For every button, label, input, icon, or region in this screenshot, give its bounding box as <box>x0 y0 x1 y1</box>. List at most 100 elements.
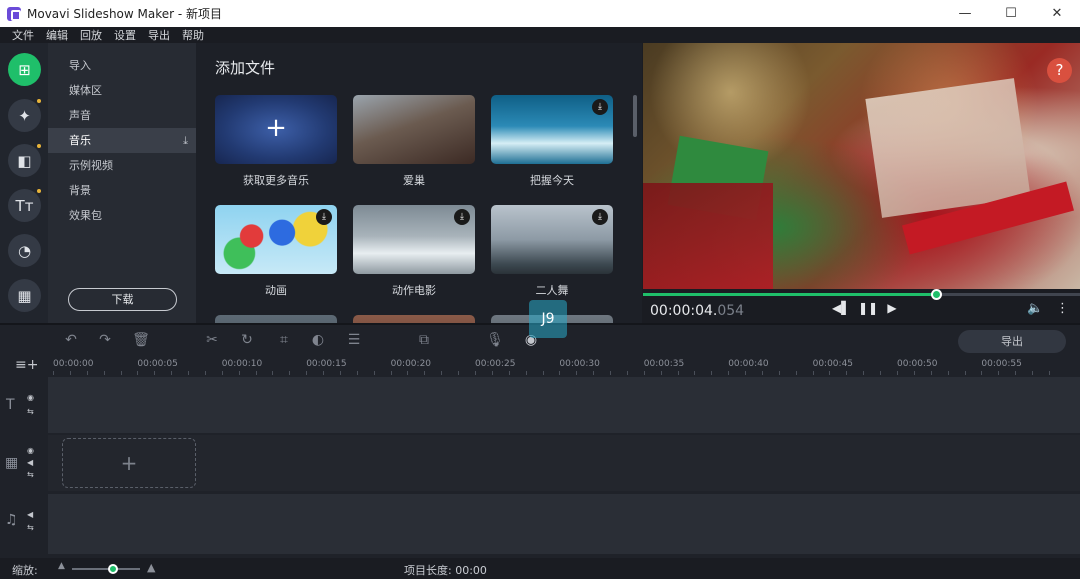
ruler-tick-mark <box>255 371 257 375</box>
add-track-icon[interactable]: ≡+ <box>15 357 38 373</box>
color-icon[interactable]: ◐ <box>309 332 327 348</box>
ruler-tick-mark <box>846 371 848 375</box>
adjust-icon[interactable]: ☰ <box>345 332 363 348</box>
crop-icon[interactable]: ⌗ <box>275 332 293 348</box>
get-more-music-tile[interactable]: + 获取更多音乐 <box>215 95 337 188</box>
category-sounds[interactable]: 声音 <box>48 103 196 128</box>
more-tools-button[interactable]: ▦ <box>8 279 41 312</box>
music-tile[interactable]: ⤓ 二人舞 <box>491 205 613 298</box>
category-media-bin[interactable]: 媒体区 <box>48 78 196 103</box>
ruler-tick-mark <box>728 371 730 375</box>
category-backgrounds[interactable]: 背景 <box>48 178 196 203</box>
video-track[interactable]: + <box>48 435 1080 491</box>
category-import[interactable]: 导入 <box>48 53 196 78</box>
zoom-handle[interactable] <box>107 564 118 574</box>
next-frame-icon[interactable]: ▶ <box>884 301 900 315</box>
title-bar: Movavi Slideshow Maker - 新项目 — ☐ ✕ <box>0 0 1080 27</box>
category-effect-packs[interactable]: 效果包 <box>48 203 196 228</box>
gift-box <box>643 183 773 289</box>
help-button[interactable]: ? <box>1047 58 1072 83</box>
ruler-tick-label: 00:00:50 <box>897 359 938 369</box>
category-panel: 导入 媒体区 声音 音乐 ⤓ 示例视频 背景 效果包 下载 <box>48 43 196 324</box>
export-button[interactable]: 导出 <box>958 330 1066 353</box>
import-button[interactable]: ⊞ <box>8 53 41 86</box>
transitions-button[interactable]: ◧ <box>8 144 41 177</box>
link-icon[interactable]: ⇆ <box>27 407 34 416</box>
minimize-button[interactable]: — <box>942 0 988 27</box>
menu-edit[interactable]: 编辑 <box>46 27 68 43</box>
progress-fill <box>643 293 936 296</box>
ruler-tick-mark <box>86 371 88 375</box>
zoom-in-icon[interactable]: ▲ <box>147 561 155 574</box>
status-bar: 缩放: ▲ ▲ 项目长度: 00:00 <box>0 558 1080 579</box>
volume-icon[interactable]: 🔈 <box>1027 301 1043 316</box>
overlay-icon[interactable]: ⧉ <box>415 332 433 348</box>
mic-icon[interactable]: 🎙 <box>486 332 504 348</box>
progress-handle[interactable] <box>930 289 942 300</box>
audio-track[interactable] <box>48 494 1080 554</box>
titles-button[interactable]: Tт <box>8 189 41 222</box>
menu-playback[interactable]: 回放 <box>80 27 102 43</box>
zoom-slider[interactable] <box>72 564 140 574</box>
add-thumbnail[interactable]: + <box>215 95 337 164</box>
menu-file[interactable]: 文件 <box>12 27 34 43</box>
maximize-button[interactable]: ☐ <box>988 0 1034 27</box>
close-button[interactable]: ✕ <box>1034 0 1080 27</box>
music-tile[interactable]: ⤓ 动作电影 <box>353 205 475 298</box>
menu-export[interactable]: 导出 <box>148 27 170 43</box>
app-logo-icon <box>7 6 21 21</box>
link-icon[interactable]: ⇆ <box>27 470 34 479</box>
zoom-out-icon[interactable]: ▲ <box>58 561 65 571</box>
ruler-tick-mark <box>221 371 223 375</box>
previous-frame-icon[interactable]: ◀▌ <box>832 301 850 315</box>
eye-icon[interactable]: ◉ <box>27 393 34 402</box>
ruler-tick-mark <box>626 371 628 375</box>
download-icon[interactable]: ⤓ <box>592 99 608 115</box>
music-tile[interactable]: 爱巢 <box>353 95 475 188</box>
drop-zone[interactable]: + <box>62 438 196 488</box>
ruler-tick-mark <box>643 371 645 375</box>
download-icon[interactable]: ⤓ <box>454 209 470 225</box>
grid-icon: ▦ <box>17 286 32 305</box>
cut-icon[interactable]: ✂ <box>203 332 221 348</box>
download-icon[interactable]: ⤓ <box>592 209 608 225</box>
filters-button[interactable]: ✦ <box>8 99 41 132</box>
media-scrollbar[interactable] <box>633 95 637 137</box>
window-title: Movavi Slideshow Maker - 新项目 <box>27 7 223 21</box>
music-tile[interactable]: ⤓ 动画 <box>215 205 337 298</box>
tile-thumbnail[interactable]: ⤓ <box>491 95 613 164</box>
pause-icon[interactable]: ❚❚ <box>858 301 878 315</box>
eye-icon[interactable]: ◉ <box>27 446 34 455</box>
ruler-tick-mark <box>812 371 814 375</box>
ruler-tick-label: 00:00:00 <box>53 359 94 369</box>
tile-thumbnail[interactable] <box>353 95 475 164</box>
ruler-tick-label: 00:00:15 <box>306 359 347 369</box>
download-icon[interactable]: ⤓ <box>316 209 332 225</box>
category-sample-videos[interactable]: 示例视频 <box>48 153 196 178</box>
category-label: 示例视频 <box>69 159 113 172</box>
download-button[interactable]: 下载 <box>68 288 177 311</box>
menu-help[interactable]: 帮助 <box>182 27 204 43</box>
time-ruler[interactable]: 00:00:00 00:00:05 00:00:10 00:00:15 00:00:20… <box>48 355 1080 377</box>
download-icon[interactable]: ⤓ <box>183 128 188 153</box>
tile-thumbnail[interactable]: ⤓ <box>215 205 337 274</box>
category-music[interactable]: 音乐 ⤓ <box>48 128 196 153</box>
rotate-icon[interactable]: ↻ <box>238 332 256 348</box>
ruler-tick-mark <box>559 371 561 375</box>
playback-progress[interactable] <box>643 289 1080 300</box>
ruler-tick-mark <box>677 371 679 375</box>
tile-thumbnail[interactable]: ⤓ <box>491 205 613 274</box>
speaker-icon[interactable]: ◀ <box>27 510 33 519</box>
ruler-tick-mark <box>897 371 898 375</box>
speaker-icon[interactable]: ◀ <box>27 458 33 467</box>
title-track[interactable] <box>48 377 1080 433</box>
menu-settings[interactable]: 设置 <box>114 27 136 43</box>
redo-icon[interactable]: ↷ <box>96 332 114 348</box>
link-icon[interactable]: ⇆ <box>27 523 34 532</box>
stickers-button[interactable]: ◔ <box>8 234 41 267</box>
undo-icon[interactable]: ↶ <box>62 332 80 348</box>
more-options-icon[interactable]: ⋮ <box>1056 301 1069 316</box>
tile-thumbnail[interactable]: ⤓ <box>353 205 475 274</box>
music-tile[interactable]: ⤓ 把握今天 <box>491 95 613 188</box>
delete-icon[interactable]: 🗑 <box>132 332 150 348</box>
